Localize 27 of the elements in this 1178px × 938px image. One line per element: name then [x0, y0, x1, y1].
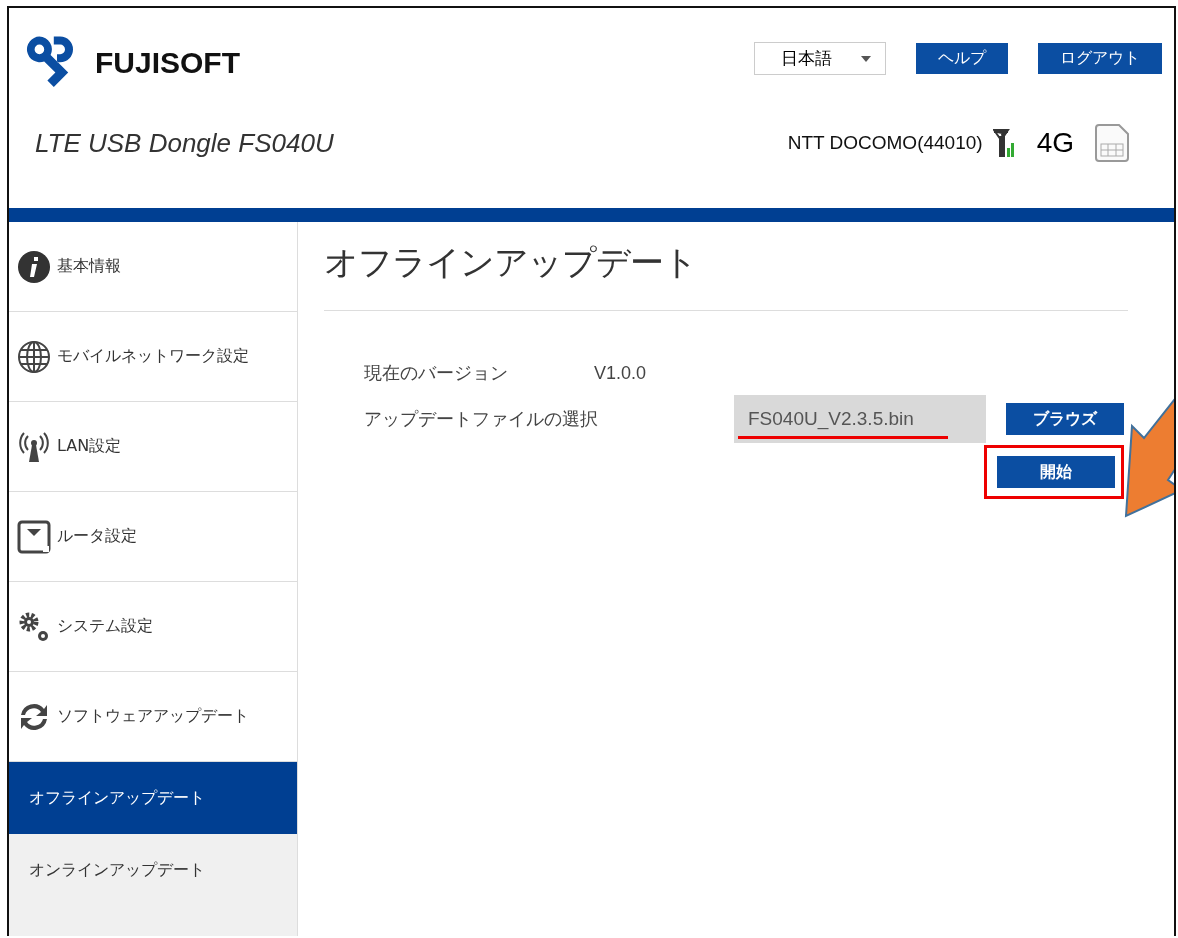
field-label: 現在のバージョン [364, 361, 509, 385]
network-type: 4G [1036, 127, 1074, 159]
field-label: アップデートファイルの選択 [364, 407, 599, 431]
info-icon [17, 249, 51, 284]
router-icon [17, 519, 51, 554]
file-field[interactable]: FS040U_V2.3.5.bin [734, 395, 986, 443]
submenu-item[interactable]: オフラインアップデート [9, 762, 297, 834]
version-value: V1.0.0 [594, 362, 647, 384]
sidebar-item[interactable]: システム設定 [9, 582, 297, 672]
sidebar-item[interactable]: 基本情報 [9, 222, 297, 312]
brand-name: FUJISOFT [95, 46, 240, 80]
sidebar-item[interactable]: ルータ設定 [9, 492, 297, 582]
language-select[interactable]: 日本語 [754, 42, 886, 75]
globe-icon [17, 339, 51, 374]
submenu-item[interactable]: オンラインアップデート [9, 834, 297, 906]
sim-card-icon [1094, 124, 1130, 162]
browse-button[interactable]: ブラウズ [1006, 403, 1124, 435]
sidebar-item[interactable]: LAN設定 [9, 402, 297, 492]
start-button[interactable]: 開始 [997, 456, 1115, 488]
product-name: LTE USB Dongle FS040U [35, 127, 334, 159]
carrier-name: NTT DOCOMO(44010) [787, 132, 983, 154]
help-button[interactable]: ヘルプ [916, 43, 1008, 74]
caret-icon [861, 55, 871, 62]
signal-icon [992, 128, 1015, 158]
sidebar-item[interactable]: モバイルネットワーク設定 [9, 312, 297, 402]
logout-button[interactable]: ログアウト [1038, 43, 1162, 74]
page-title: オフラインアップデート [324, 240, 1128, 311]
